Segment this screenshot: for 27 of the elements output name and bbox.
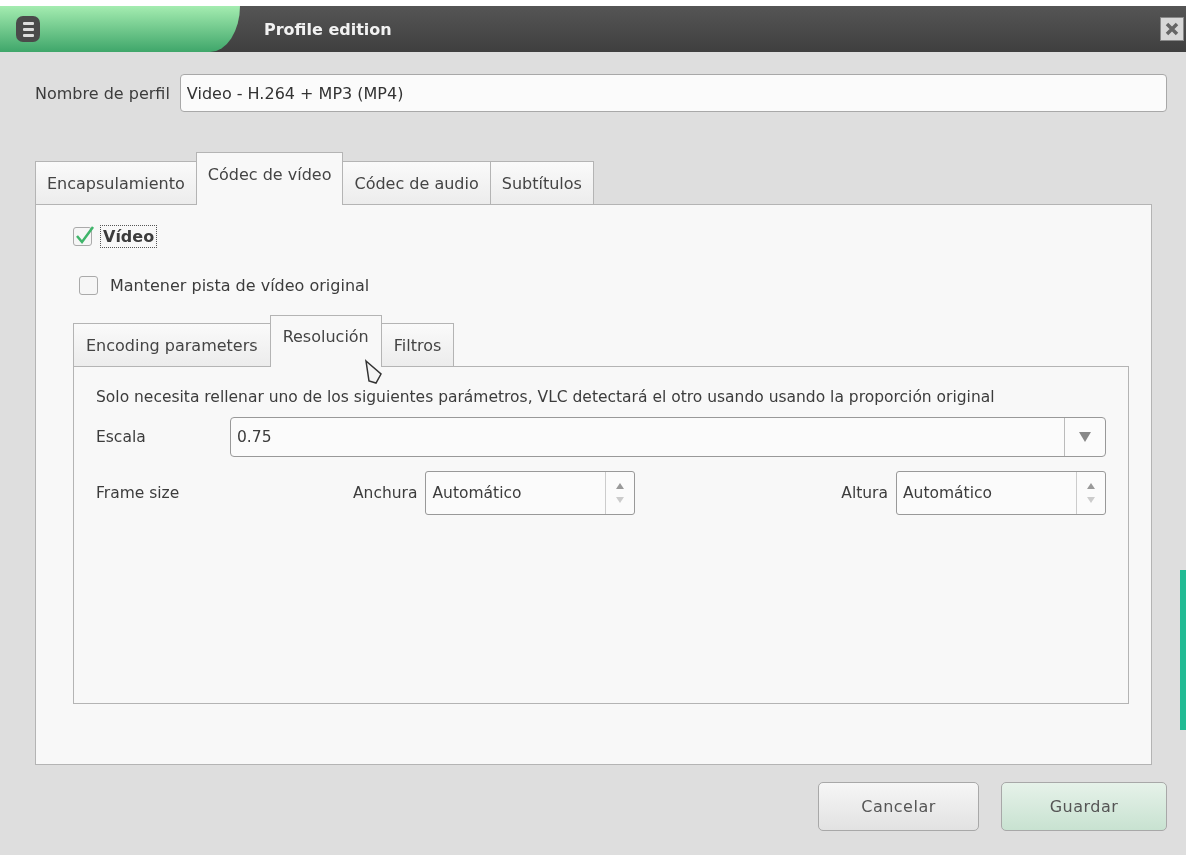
frame-size-label: Frame size	[96, 484, 181, 502]
hint-text: Solo necesita rellenar uno de los siguientes parámetros, VLC detectará el otro usando usando la proporción original	[96, 387, 996, 407]
tab[interactable]: Códec de vídeo	[195, 152, 344, 205]
subtab[interactable]: Encoding parameters	[73, 323, 271, 366]
menu-icon[interactable]	[16, 16, 40, 42]
width-label: Anchura	[353, 484, 418, 502]
close-button[interactable]	[1160, 17, 1184, 41]
scale-combo[interactable]: 0.75	[230, 417, 1106, 457]
tab[interactable]: Códec de audio	[342, 161, 491, 204]
scale-label: Escala	[96, 428, 147, 446]
height-label: Altura	[841, 484, 888, 502]
subtab[interactable]: Resolución	[269, 315, 382, 367]
checkbox[interactable]	[79, 276, 98, 295]
profile-name-label: Nombre de perfil	[35, 83, 170, 103]
checkbox[interactable]	[73, 227, 92, 246]
tab[interactable]: Encapsulamiento	[35, 161, 197, 204]
tab[interactable]: Subtítulos	[489, 161, 594, 204]
profile-name-field[interactable]: Video - H.264 + MP3 (MP4)	[179, 74, 1167, 112]
subtab[interactable]: Filtros	[380, 323, 455, 366]
video-checkbox-label[interactable]: Vídeo	[100, 225, 158, 248]
width-spinbox[interactable]: Automático	[425, 471, 636, 515]
close-icon[interactable]	[1165, 22, 1179, 36]
height-spinbox[interactable]: Automático	[896, 471, 1106, 515]
save-button[interactable]: Guardar	[1001, 782, 1167, 831]
window-title: Profile edition	[264, 19, 392, 39]
cancel-button[interactable]: Cancelar	[818, 782, 979, 831]
keep-original-label[interactable]: Mantener pista de vídeo original	[110, 276, 370, 295]
